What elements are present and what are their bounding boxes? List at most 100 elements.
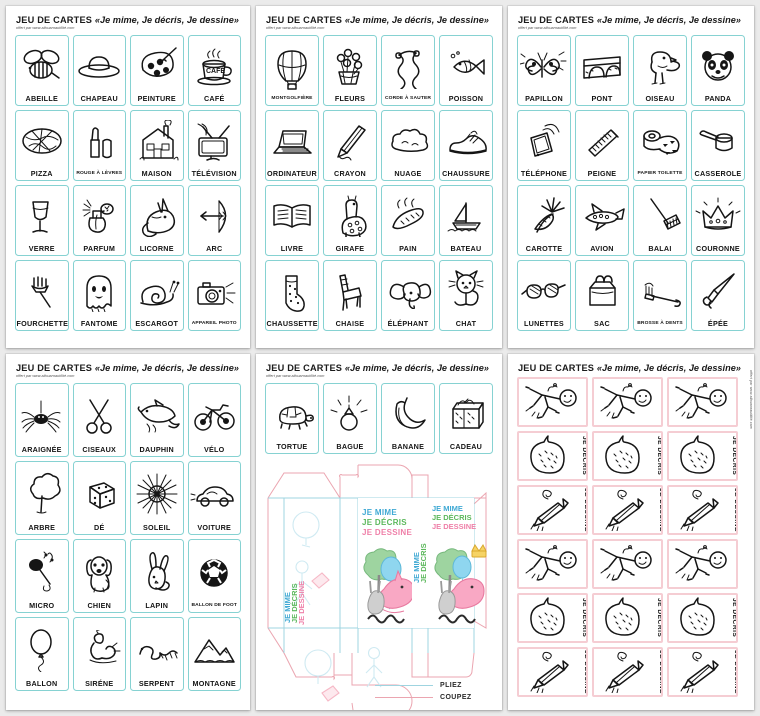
- card[interactable]: SERPENT: [130, 617, 184, 691]
- card[interactable]: CADEAU: [439, 383, 493, 454]
- card[interactable]: ORDINATEUR: [265, 110, 319, 181]
- action-card[interactable]: JE DÉCRIS: [667, 431, 738, 481]
- card[interactable]: DAUPHIN: [130, 383, 184, 457]
- page-1[interactable]: JEU DE CARTES «Je mime, Je décris, Je de…: [6, 6, 250, 348]
- card[interactable]: BATEAU: [439, 185, 493, 256]
- card[interactable]: MAISON: [130, 110, 184, 181]
- card[interactable]: BALLON: [15, 617, 69, 691]
- card[interactable]: CAROTTE: [517, 185, 571, 256]
- card[interactable]: ESCARGOT: [130, 260, 184, 331]
- card[interactable]: TÉLÉPHONE: [517, 110, 571, 181]
- page-6[interactable]: JEU DE CARTES «Je mime, Je décris, Je de…: [508, 354, 754, 710]
- card[interactable]: CAFÉ CAFÉ: [187, 35, 241, 106]
- legend-label-cut: COUPEZ: [440, 694, 472, 701]
- card-label: SERPENT: [138, 678, 175, 688]
- card[interactable]: ARAIGNÉE: [15, 383, 69, 457]
- card[interactable]: NUAGE: [381, 110, 435, 181]
- card[interactable]: CHAUSSURE: [439, 110, 493, 181]
- card[interactable]: MONTAGNE: [187, 617, 241, 691]
- action-card[interactable]: JE DESSINE: [667, 647, 738, 697]
- card[interactable]: PONT: [575, 35, 629, 106]
- card[interactable]: COURONNE: [691, 185, 745, 256]
- action-card[interactable]: JE DESSINE: [592, 647, 663, 697]
- card[interactable]: MONTGOLFIÈRE: [265, 35, 319, 106]
- card[interactable]: POISSON: [439, 35, 493, 106]
- page-4[interactable]: JEU DE CARTES «Je mime, Je décris, Je de…: [6, 354, 250, 710]
- card[interactable]: BALLON DE FOOT: [187, 539, 241, 613]
- card[interactable]: PAIN: [381, 185, 435, 256]
- svg-text:JE DÉCRIS: JE DÉCRIS: [362, 518, 407, 527]
- card[interactable]: SAC: [575, 260, 629, 331]
- card[interactable]: PAPILLON: [517, 35, 571, 106]
- card[interactable]: ARC: [187, 185, 241, 256]
- card[interactable]: CORDE À SAUTER: [381, 35, 435, 106]
- card[interactable]: FANTOME: [72, 260, 126, 331]
- card[interactable]: VÉLO: [187, 383, 241, 457]
- card[interactable]: OISEAU: [633, 35, 687, 106]
- card[interactable]: TÉLÉVISION: [187, 110, 241, 181]
- card[interactable]: FOURCHETTE: [15, 260, 69, 331]
- action-card[interactable]: JE DÉCRIS: [592, 593, 663, 643]
- action-card[interactable]: JE MIME: [592, 377, 663, 427]
- card-label: PAIN: [399, 243, 417, 253]
- card[interactable]: DÉ: [72, 461, 126, 535]
- card[interactable]: CHIEN: [72, 539, 126, 613]
- card[interactable]: BROSSE À DENTS: [633, 260, 687, 331]
- card[interactable]: CRAYON: [323, 110, 377, 181]
- card[interactable]: LAPIN: [130, 539, 184, 613]
- card[interactable]: VERRE: [15, 185, 69, 256]
- action-card[interactable]: JE MIME: [517, 539, 588, 589]
- card[interactable]: ÉLÉPHANT: [381, 260, 435, 331]
- action-card[interactable]: JE MIME: [667, 377, 738, 427]
- card[interactable]: SOLEIL: [130, 461, 184, 535]
- action-card[interactable]: JE MIME: [667, 539, 738, 589]
- card[interactable]: TORTUE: [265, 383, 319, 454]
- card[interactable]: BALAI: [633, 185, 687, 256]
- action-card[interactable]: JE DÉCRIS: [592, 431, 663, 481]
- card[interactable]: CISEAUX: [72, 383, 126, 457]
- card[interactable]: LIVRE: [265, 185, 319, 256]
- action-card[interactable]: JE DESSINE: [592, 485, 663, 535]
- action-card[interactable]: JE DÉCRIS: [667, 593, 738, 643]
- card[interactable]: BANANE: [381, 383, 435, 454]
- action-card[interactable]: JE MIME: [592, 539, 663, 589]
- action-card[interactable]: JE DESSINE: [517, 647, 588, 697]
- card[interactable]: PAPIER TOILETTE: [633, 110, 687, 181]
- card[interactable]: APPAREIL PHOTO: [187, 260, 241, 331]
- action-card[interactable]: JE MIME: [517, 377, 588, 427]
- card[interactable]: GIRAFE: [323, 185, 377, 256]
- card[interactable]: FLEURS: [323, 35, 377, 106]
- card[interactable]: ARBRE: [15, 461, 69, 535]
- card[interactable]: VOITURE: [187, 461, 241, 535]
- page-3[interactable]: JEU DE CARTES «Je mime, Je décris, Je de…: [508, 6, 754, 348]
- action-card-label: JE MIME: [584, 541, 586, 587]
- card[interactable]: LICORNE: [130, 185, 184, 256]
- card[interactable]: CHAISE: [323, 260, 377, 331]
- card[interactable]: PANDA: [691, 35, 745, 106]
- card[interactable]: CHAPEAU: [72, 35, 126, 106]
- card[interactable]: CASSEROLE: [691, 110, 745, 181]
- card[interactable]: PIZZA: [15, 110, 69, 181]
- card[interactable]: SIRÉNE: [72, 617, 126, 691]
- card[interactable]: BAGUE: [323, 383, 377, 454]
- card[interactable]: MICRO: [15, 539, 69, 613]
- card[interactable]: ÉPÉE: [691, 260, 745, 331]
- page-5[interactable]: JEU DE CARTES «Je mime, Je décris, Je de…: [256, 354, 502, 710]
- card[interactable]: AVION: [575, 185, 629, 256]
- page-credit: offert par www.allouarnautilité.com: [518, 25, 577, 31]
- comb-icon: [576, 111, 628, 170]
- action-card[interactable]: JE DESSINE: [667, 485, 738, 535]
- card[interactable]: ABEILLE: [15, 35, 69, 106]
- card[interactable]: PARFUM: [72, 185, 126, 256]
- action-card[interactable]: JE DÉCRIS: [517, 431, 588, 481]
- card[interactable]: LUNETTES: [517, 260, 571, 331]
- action-card[interactable]: JE DESSINE: [517, 485, 588, 535]
- card[interactable]: PEINTURE: [130, 35, 184, 106]
- card[interactable]: PEIGNE: [575, 110, 629, 181]
- action-card[interactable]: JE DÉCRIS: [517, 593, 588, 643]
- page-2[interactable]: JEU DE CARTES «Je mime, Je décris, Je de…: [256, 6, 502, 348]
- card[interactable]: CHAT: [439, 260, 493, 331]
- action-card-label: JE DÉCRIS: [731, 436, 738, 476]
- card[interactable]: ROUGE À LÈVRES: [72, 110, 126, 181]
- card[interactable]: CHAUSSETTE: [265, 260, 319, 331]
